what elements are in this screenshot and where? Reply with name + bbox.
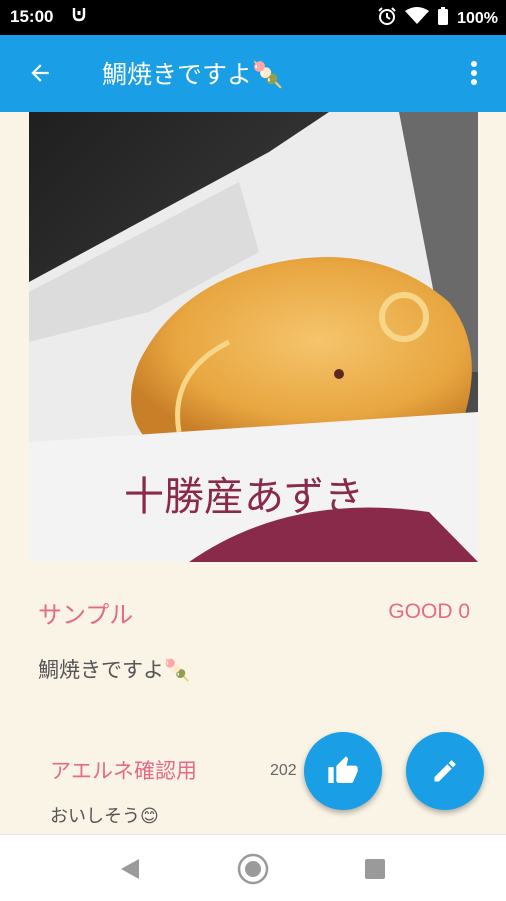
battery-icon — [437, 6, 449, 31]
wifi-icon — [405, 7, 430, 30]
page-title: 鯛焼きですよ🍡 — [102, 60, 284, 89]
more-vert-icon — [471, 61, 477, 85]
circle-home-icon — [237, 853, 269, 885]
good-count: GOOD 0 — [388, 600, 470, 623]
post-body: 鯛焼きですよ🍡 — [38, 658, 191, 682]
notification-icon — [72, 6, 86, 26]
comment-username[interactable]: アエルネ確認用 — [50, 755, 197, 785]
arrow-left-icon — [31, 64, 49, 82]
status-bar: 15:00 100% — [0, 0, 506, 35]
triangle-back-icon — [121, 859, 139, 879]
more-options-button[interactable] — [462, 55, 486, 91]
pencil-icon — [434, 760, 456, 782]
system-nav-bar — [0, 834, 506, 901]
status-time: 15:00 — [10, 7, 54, 26]
post-photo[interactable]: 十勝産あずき — [29, 112, 478, 562]
edit-button[interactable] — [406, 732, 484, 810]
like-button[interactable] — [304, 732, 382, 810]
square-recents-icon — [365, 859, 385, 879]
comment-text: おいしそう😊 — [50, 806, 159, 827]
battery-percent: 100% — [457, 9, 498, 27]
nav-recents-button[interactable] — [359, 853, 391, 885]
alarm-icon — [377, 6, 397, 31]
back-button[interactable] — [22, 55, 58, 91]
nav-home-button[interactable] — [237, 853, 269, 885]
app-bar: 鯛焼きですよ🍡 — [0, 35, 506, 112]
nav-back-button[interactable] — [114, 853, 146, 885]
post-username[interactable]: サンプル — [38, 595, 133, 630]
thumb-up-icon — [328, 756, 358, 783]
